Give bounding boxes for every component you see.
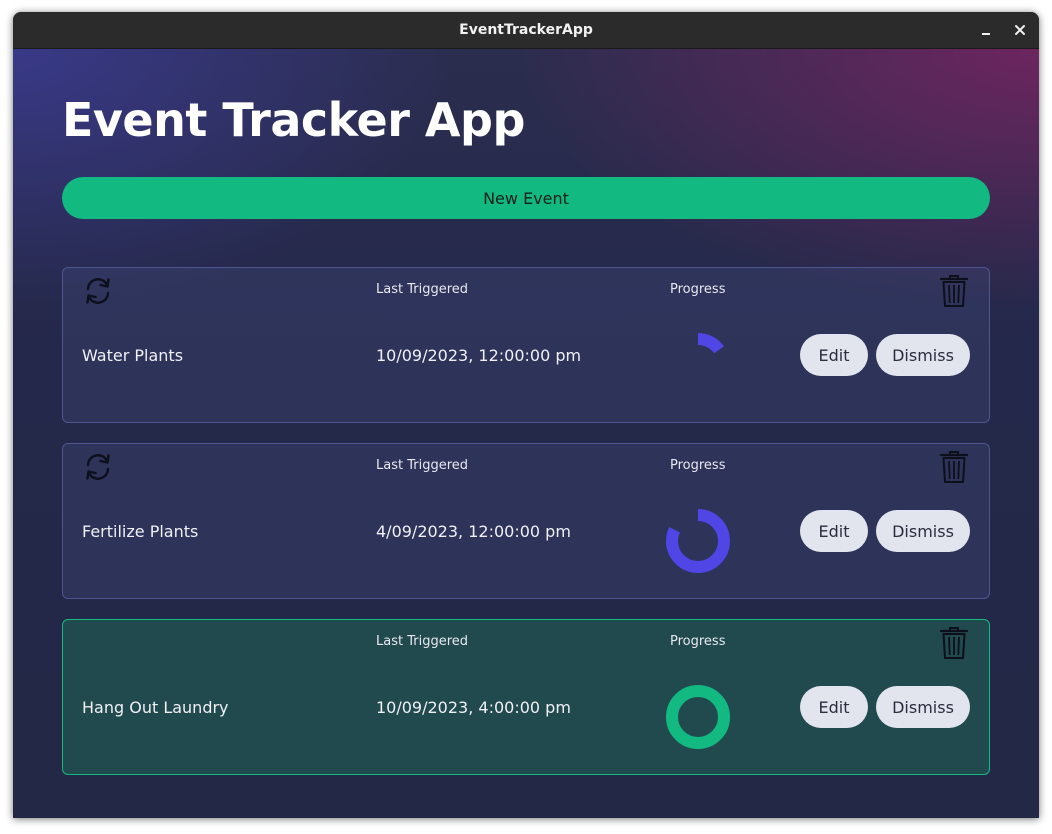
event-name: Hang Out Laundry (82, 698, 229, 717)
edit-button[interactable]: Edit (800, 686, 868, 728)
minimize-button[interactable] (976, 20, 996, 40)
last-triggered-value: 4/09/2023, 12:00:00 pm (376, 522, 571, 541)
new-event-button[interactable]: New Event (62, 177, 990, 219)
close-button[interactable] (1010, 20, 1030, 40)
event-card: Last Triggered Progress Hang Out Laundry… (62, 619, 990, 775)
event-card: Last Triggered Progress Fertilize Plants… (62, 443, 990, 599)
title-bar: EventTrackerApp (13, 12, 1039, 49)
progress-ring (666, 333, 730, 397)
progress-label: Progress (670, 634, 726, 649)
last-triggered-value: 10/09/2023, 4:00:00 pm (376, 698, 571, 717)
event-name: Water Plants (82, 346, 184, 365)
app-window: EventTrackerApp Event Tracker App New Ev… (13, 12, 1039, 818)
repeat-icon (86, 278, 110, 304)
trash-icon[interactable] (939, 450, 969, 484)
trash-icon[interactable] (939, 626, 969, 660)
repeat-icon (86, 454, 110, 480)
close-icon (1015, 25, 1025, 35)
event-card: Last Triggered Progress Water Plants 10/… (62, 267, 990, 423)
progress-ring (666, 509, 730, 573)
dismiss-button[interactable]: Dismiss (876, 334, 970, 376)
main-content: Event Tracker App New Event Last Trigger… (13, 49, 1039, 818)
last-triggered-value: 10/09/2023, 12:00:00 pm (376, 346, 582, 365)
window-title: EventTrackerApp (459, 22, 593, 38)
last-triggered-label: Last Triggered (376, 458, 469, 473)
page-title: Event Tracker App (62, 93, 525, 147)
dismiss-button[interactable]: Dismiss (876, 510, 970, 552)
progress-ring (666, 685, 730, 749)
edit-button[interactable]: Edit (800, 510, 868, 552)
minimize-icon (982, 33, 990, 35)
last-triggered-label: Last Triggered (376, 282, 469, 297)
event-name: Fertilize Plants (82, 522, 199, 541)
edit-button[interactable]: Edit (800, 334, 868, 376)
dismiss-button[interactable]: Dismiss (876, 686, 970, 728)
last-triggered-label: Last Triggered (376, 634, 469, 649)
progress-label: Progress (670, 458, 726, 473)
trash-icon[interactable] (939, 274, 969, 308)
progress-label: Progress (670, 282, 726, 297)
